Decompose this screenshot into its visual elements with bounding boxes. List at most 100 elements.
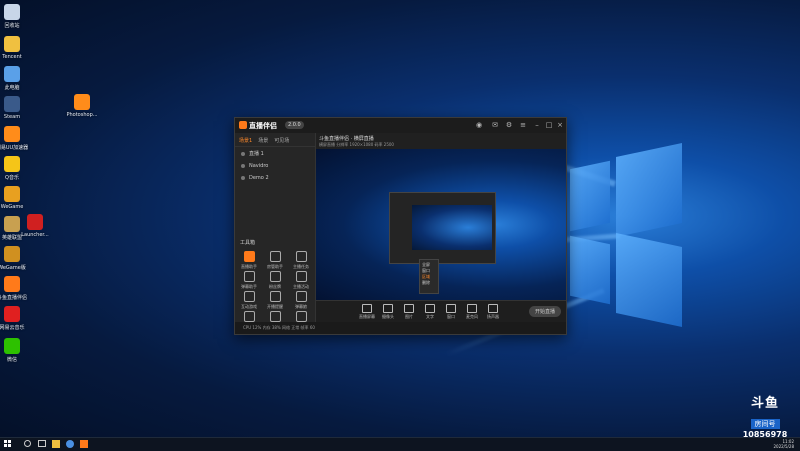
tool-icon [295,271,307,282]
desktop-icon[interactable]: WeGame版 [0,246,32,271]
desktop-icon[interactable]: 网易云音乐 [0,306,32,331]
vlc-icon-2 [74,94,90,110]
app-logo: 直播伴侣 [239,121,277,131]
eye-icon[interactable] [241,151,245,156]
tool-item[interactable]: 互动游戏 [237,291,261,310]
avatar-icon[interactable]: ◉ [475,121,483,129]
tool-item[interactable]: 弹幕娘 [289,291,313,310]
tool-item[interactable]: 开播提醒 [263,291,287,310]
source-button[interactable]: 图片 [400,304,418,320]
source-button[interactable]: 扬声器 [484,304,502,320]
tool-icon [243,291,255,302]
tool-item[interactable]: 房管助手 [263,251,287,270]
context-item[interactable]: 删除 [422,280,436,286]
tool-icon [295,251,307,262]
recycle-bin-icon [4,4,20,20]
settings-icon[interactable]: ⚙ [505,121,513,129]
source-label: 麦克风 [466,314,478,319]
tool-label: 开播提醒 [267,304,283,309]
vlc-icon [4,126,20,142]
scene-item[interactable]: Demo 2 [235,172,315,184]
desktop-icon-label: 网易UU加速器 [0,145,29,151]
desktop-icon-label: 回收站 [4,23,20,29]
source-icon [362,304,372,313]
nested-app-window [389,192,496,264]
eye-icon[interactable] [241,164,245,168]
scene-item[interactable]: 直播 1 [235,147,315,160]
tool-item[interactable]: 主播活动 [289,271,313,290]
desktop-icon[interactable]: 斗鱼直播伴侣 [0,276,32,301]
desktop-icon[interactable]: Photoshop... [62,94,102,118]
qmusic-icon [4,156,20,172]
context-menu[interactable]: 全屏 窗口 区域 删除 [419,259,439,294]
tool-item[interactable]: 直播助手 [237,251,261,270]
desktop-icon-label: WeGame [0,204,24,210]
desktop-icon[interactable]: 网易UU加速器 [0,126,32,151]
menu-icon[interactable]: ≡ [519,121,527,129]
eye-icon[interactable] [241,176,245,180]
douyu-logo: 斗鱼 [750,396,779,411]
tab-scene[interactable]: 场景 [258,137,268,144]
scene-tabs: 场景1 场景 可见场 [235,133,315,147]
douyu-companion-task-icon[interactable] [80,440,88,448]
desktop-icon[interactable]: Steam [0,96,32,120]
desktop-icon-label: 此电脑 [4,85,20,91]
tool-icon [269,271,281,282]
steam-icon [4,96,20,112]
tool-label: 粉丝牌 [269,284,281,289]
desktop-icon[interactable]: Tencent [0,36,32,60]
wegame-icon [4,186,20,202]
tool-label: 主播任务 [293,264,309,269]
desktop-icon[interactable]: Q音乐 [0,156,32,181]
wechat-icon [4,338,20,354]
desktop-icon[interactable]: 此电脑 [0,66,32,91]
source-label: 扬声器 [487,314,499,319]
source-label: 图片 [405,314,413,319]
source-button[interactable]: 文字 [421,304,439,320]
tool-label: 互动游戏 [241,304,257,309]
system-tray[interactable]: 11:02 2022/5/28 [773,439,794,449]
preview-title: 斗鱼直播伴侣 · 横屏直播 [319,136,374,142]
desktop-icon[interactable]: 微信 [0,338,32,363]
mail-icon[interactable]: ✉ [491,121,499,129]
desktop-icon[interactable]: Launcher... [15,214,55,238]
source-button[interactable]: 摄像头 [379,304,397,320]
source-button[interactable]: 直播屏幕 [358,304,376,320]
desktop-icon-label: Steam [3,114,21,120]
search-icon[interactable] [24,440,31,447]
title-bar[interactable]: 直播伴侣 2.0.0 ◉ ✉ ⚙ ≡ – □ × [235,118,566,133]
tab-visible[interactable]: 可见场 [274,137,289,144]
tool-icon [243,251,255,262]
tool-label: 房管助手 [267,264,283,269]
source-button[interactable]: 窗口 [442,304,460,320]
desktop-icon-label: Q音乐 [5,175,19,181]
maximize-icon[interactable]: □ [545,121,553,129]
chrome-icon[interactable] [66,440,74,448]
source-icon [467,304,477,313]
source-button[interactable]: 麦克风 [463,304,481,320]
tool-icon [269,291,281,302]
source-icon [425,304,435,313]
desktop-icon[interactable]: WeGame [0,186,32,210]
desktop-icon[interactable]: 回收站 [0,4,32,29]
go-live-button[interactable]: 开始直播 [528,306,561,317]
live-companion-window[interactable]: 直播伴侣 2.0.0 ◉ ✉ ⚙ ≡ – □ × 场景1 场景 可见场 直播 1… [234,117,567,335]
start-icon[interactable] [4,440,12,448]
tool-icon [243,311,255,322]
desktop-icon-label: 微信 [6,357,17,363]
close-icon[interactable]: × [556,121,564,129]
file-explorer-icon[interactable] [52,440,60,448]
scene-item[interactable]: Navidro [235,160,315,172]
tool-item[interactable]: 粉丝牌 [263,271,287,290]
tool-item[interactable]: 主播任务 [289,251,313,270]
task-view-icon[interactable] [38,440,46,447]
preview-subtitle: 横屏直播 分辨率 1920×1080 码率 2500 [319,142,394,147]
taskbar: 11:02 2022/5/28 [0,437,800,451]
minimize-icon[interactable]: – [533,121,541,129]
douyu-companion-icon [4,276,20,292]
sidebar: 场景1 场景 可见场 直播 1 Navidro Demo 2 工具箱 直播助手 房… [235,133,316,334]
tool-item[interactable]: 弹幕助手 [237,271,261,290]
stream-preview[interactable]: 全屏 窗口 区域 删除 [316,149,566,300]
tab-scene-1[interactable]: 场景1 [239,137,252,144]
room-badge: 斗鱼 房间号 10856978 [740,392,790,439]
